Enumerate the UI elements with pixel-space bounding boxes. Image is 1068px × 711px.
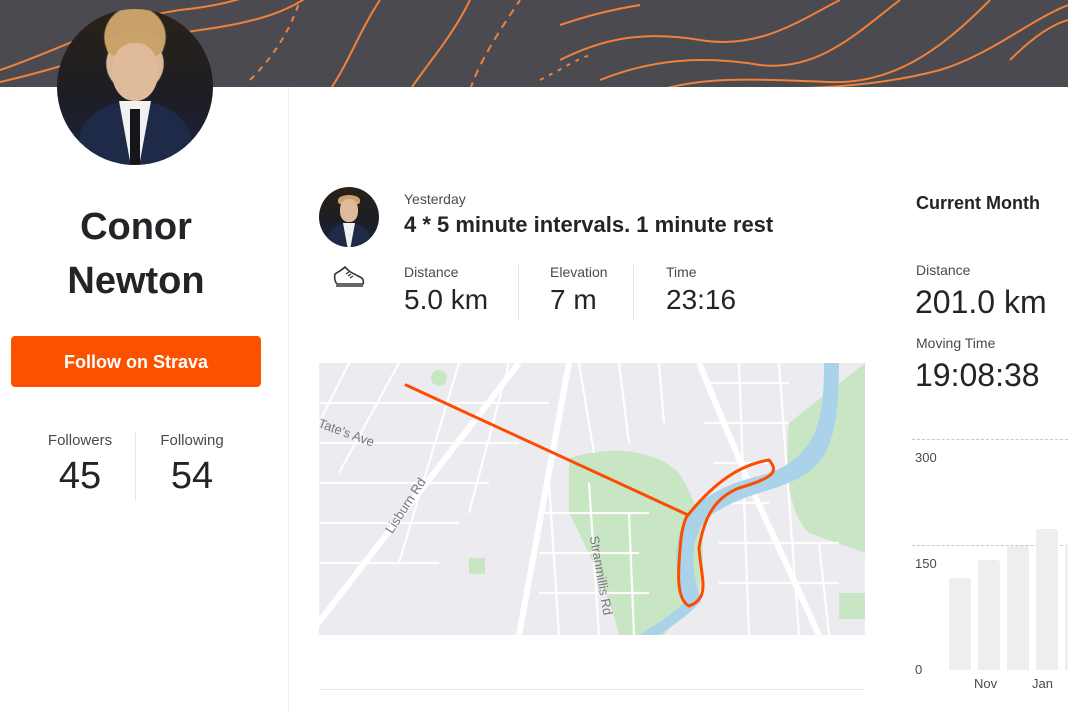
metric-divider bbox=[518, 265, 519, 320]
metric-time-label: Time bbox=[666, 264, 697, 280]
column-divider bbox=[288, 87, 289, 711]
metric-distance-label: Distance bbox=[404, 264, 459, 280]
month-moving-label: Moving Time bbox=[916, 335, 996, 351]
metric-elevation: Elevation 7 m bbox=[550, 264, 608, 316]
activity-date: Yesterday bbox=[404, 191, 466, 207]
chart-bar[interactable] bbox=[1036, 528, 1058, 670]
profile-avatar[interactable] bbox=[57, 9, 213, 165]
athlete-name: Conor Newton bbox=[0, 200, 272, 308]
chart-y-tick: 300 bbox=[915, 450, 937, 465]
activity-map[interactable]: Tate's Ave Lisburn Rd Stranmillis Rd bbox=[319, 363, 865, 635]
chart-x-label: Jan bbox=[1032, 676, 1053, 691]
followers-label: Followers bbox=[47, 432, 113, 449]
metric-time: Time 23:16 bbox=[666, 264, 736, 316]
activity-avatar[interactable] bbox=[319, 187, 379, 247]
current-month-title: Current Month bbox=[916, 193, 1040, 213]
month-moving-value: 19:08:38 bbox=[915, 357, 1040, 393]
metric-distance: Distance 5.0 km bbox=[404, 264, 488, 316]
chart-bar[interactable] bbox=[1007, 546, 1029, 670]
monthly-distance-chart: 300 150 0 Nov Jan bbox=[912, 430, 1068, 700]
athlete-first-name: Conor bbox=[80, 206, 192, 248]
following-label: Following bbox=[160, 432, 224, 449]
chart-x-label: Nov bbox=[974, 676, 998, 691]
athlete-last-name: Newton bbox=[67, 260, 205, 302]
chart-y-tick: 150 bbox=[915, 556, 937, 571]
feed-divider bbox=[319, 689, 865, 690]
metric-time-value: 23:16 bbox=[666, 284, 737, 315]
activity-title[interactable]: 4 * 5 minute intervals. 1 minute rest bbox=[404, 212, 773, 238]
chart-bar[interactable] bbox=[949, 578, 971, 670]
metric-divider bbox=[633, 265, 634, 320]
month-distance-value: 201.0 km bbox=[915, 284, 1047, 320]
chart-gridline bbox=[912, 439, 1068, 440]
month-distance-label: Distance bbox=[916, 262, 971, 278]
metric-distance-value: 5.0 km bbox=[404, 284, 489, 315]
metric-elevation-value: 7 m bbox=[550, 284, 597, 315]
running-shoe-icon bbox=[333, 265, 365, 287]
followers-stat[interactable]: Followers 45 bbox=[44, 432, 116, 498]
chart-bar[interactable] bbox=[978, 560, 1000, 670]
followers-count[interactable]: 45 bbox=[44, 455, 116, 498]
metric-elevation-label: Elevation bbox=[550, 264, 608, 280]
following-stat[interactable]: Following 54 bbox=[155, 432, 229, 498]
stat-divider bbox=[135, 432, 136, 500]
chart-y-tick: 0 bbox=[915, 662, 923, 677]
follow-button[interactable]: Follow on Strava bbox=[11, 336, 261, 387]
following-count[interactable]: 54 bbox=[155, 455, 229, 498]
